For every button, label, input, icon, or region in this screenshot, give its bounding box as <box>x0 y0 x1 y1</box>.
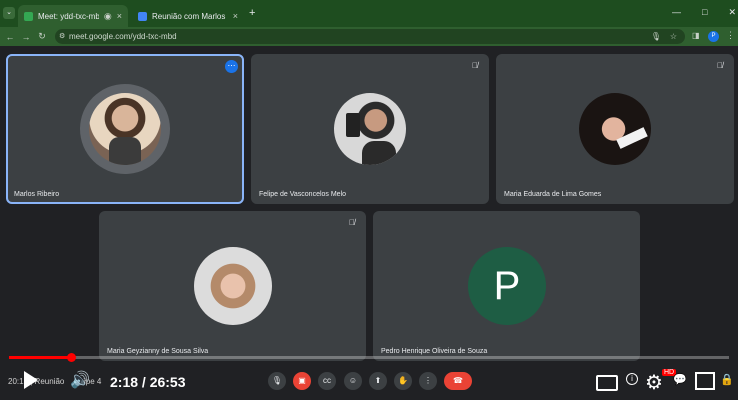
captions-button[interactable]: cc <box>318 372 336 390</box>
participant-name: Felipe de Vasconcelos Melo <box>259 191 347 198</box>
participant-name: Marlos Ribeiro <box>14 191 60 198</box>
browser-toolbar: ← → ↻ ⚙ meet.google.com/ydd-txc-mbd 🎙 ☆ … <box>0 27 738 46</box>
settings-gear-icon[interactable]: ⚙ <box>645 370 663 395</box>
subtitles-icon[interactable] <box>596 375 618 391</box>
back-icon[interactable]: ← <box>2 32 18 42</box>
participant-tile-maria-geyzianny[interactable]: 🎙̸ Maria Geyzianny de Sousa Silva <box>99 211 366 361</box>
close-window-icon[interactable]: ✕ <box>728 7 736 18</box>
tab-label: Reunião com Marlos - Docume <box>152 11 228 21</box>
meet-stage: ⋯ Marlos Ribeiro 🎙̸ Felipe de Vasconcelo… <box>0 46 738 400</box>
docs-favicon-icon <box>138 11 147 21</box>
tab-audio-icon[interactable]: ◉ <box>104 11 112 22</box>
url-text: meet.google.com/ydd-txc-mbd <box>69 32 177 41</box>
camera-off-button[interactable]: ▣ <box>293 372 311 390</box>
browser-tab-strip: ⌄ Meet: ydd-txc-mbd ◉ × Reunião com Marl… <box>0 0 738 27</box>
play-icon[interactable] <box>24 371 38 389</box>
avatar <box>89 93 161 165</box>
tab-meet[interactable]: Meet: ydd-txc-mbd ◉ × <box>18 5 128 27</box>
profile-avatar[interactable]: P <box>708 31 719 42</box>
mic-icon[interactable]: 🎙 <box>651 29 661 44</box>
participant-name: Maria Eduarda de Lima Gomes <box>504 191 602 198</box>
more-options-icon[interactable]: ⋮ <box>419 372 437 390</box>
bookmark-star-icon[interactable]: ☆ <box>670 29 677 44</box>
time-display: 2:18 / 26:53 <box>110 374 186 390</box>
avatar <box>194 247 272 325</box>
more-options-button[interactable]: ⋯ <box>225 60 238 73</box>
volume-icon[interactable]: 🔊 <box>70 370 90 390</box>
forward-icon[interactable]: → <box>18 32 34 42</box>
participant-name: Pedro Henrique Oliveira de Souza <box>381 348 488 355</box>
mic-off-icon: 🎙̸ <box>472 61 478 70</box>
site-info-icon[interactable]: ⚙ <box>59 29 65 44</box>
participant-name: Maria Geyzianny de Sousa Silva <box>107 348 209 355</box>
minimize-icon[interactable]: — <box>672 7 681 18</box>
participant-tile-felipe[interactable]: 🎙̸ Felipe de Vasconcelos Melo <box>251 54 489 204</box>
fullscreen-icon[interactable] <box>695 372 715 390</box>
tab-label: Meet: ydd-txc-mbd <box>38 11 99 21</box>
tab-docs[interactable]: Reunião com Marlos - Docume × <box>132 5 244 27</box>
participant-tile-pedro[interactable]: P Pedro Henrique Oliveira de Souza <box>373 211 640 361</box>
leave-call-button[interactable]: ☎ <box>444 372 472 390</box>
avatar <box>334 93 406 165</box>
mic-button[interactable]: 🎙 <box>268 372 286 390</box>
sidepanel-icon[interactable]: ◨ <box>692 31 700 40</box>
scrubber-handle[interactable] <box>66 353 76 362</box>
address-bar[interactable]: ⚙ meet.google.com/ydd-txc-mbd 🎙 ☆ <box>55 29 685 44</box>
lock-icon[interactable]: 🔒 <box>720 373 734 386</box>
present-button[interactable]: ⬆ <box>369 372 387 390</box>
meet-favicon-icon <box>24 11 33 21</box>
info-icon[interactable]: i <box>626 373 638 385</box>
close-icon[interactable]: × <box>233 11 238 21</box>
reload-icon[interactable]: ↻ <box>34 31 50 42</box>
emoji-button[interactable]: ☺ <box>344 372 362 390</box>
participant-tile-maria-eduarda[interactable]: 🎙̸ Maria Eduarda de Lima Gomes <box>496 54 734 204</box>
mic-off-icon: 🎙̸ <box>717 61 723 70</box>
new-tab-button[interactable]: + <box>249 7 255 19</box>
close-icon[interactable]: × <box>117 11 122 21</box>
chat-icon[interactable]: 💬 <box>673 373 687 386</box>
progress-fill <box>9 356 71 359</box>
window-controls: — □ ✕ <box>672 7 736 18</box>
progress-bar[interactable] <box>9 353 729 362</box>
mic-off-icon: 🎙̸ <box>349 218 355 227</box>
menu-icon[interactable]: ⋮ <box>726 30 735 41</box>
raise-hand-button[interactable]: ✋ <box>394 372 412 390</box>
maximize-icon[interactable]: □ <box>702 7 707 18</box>
avatar-initial: P <box>468 247 546 325</box>
tab-search-button[interactable]: ⌄ <box>3 7 15 19</box>
participant-tile-marlos[interactable]: ⋯ Marlos Ribeiro <box>6 54 244 204</box>
avatar <box>579 93 651 165</box>
